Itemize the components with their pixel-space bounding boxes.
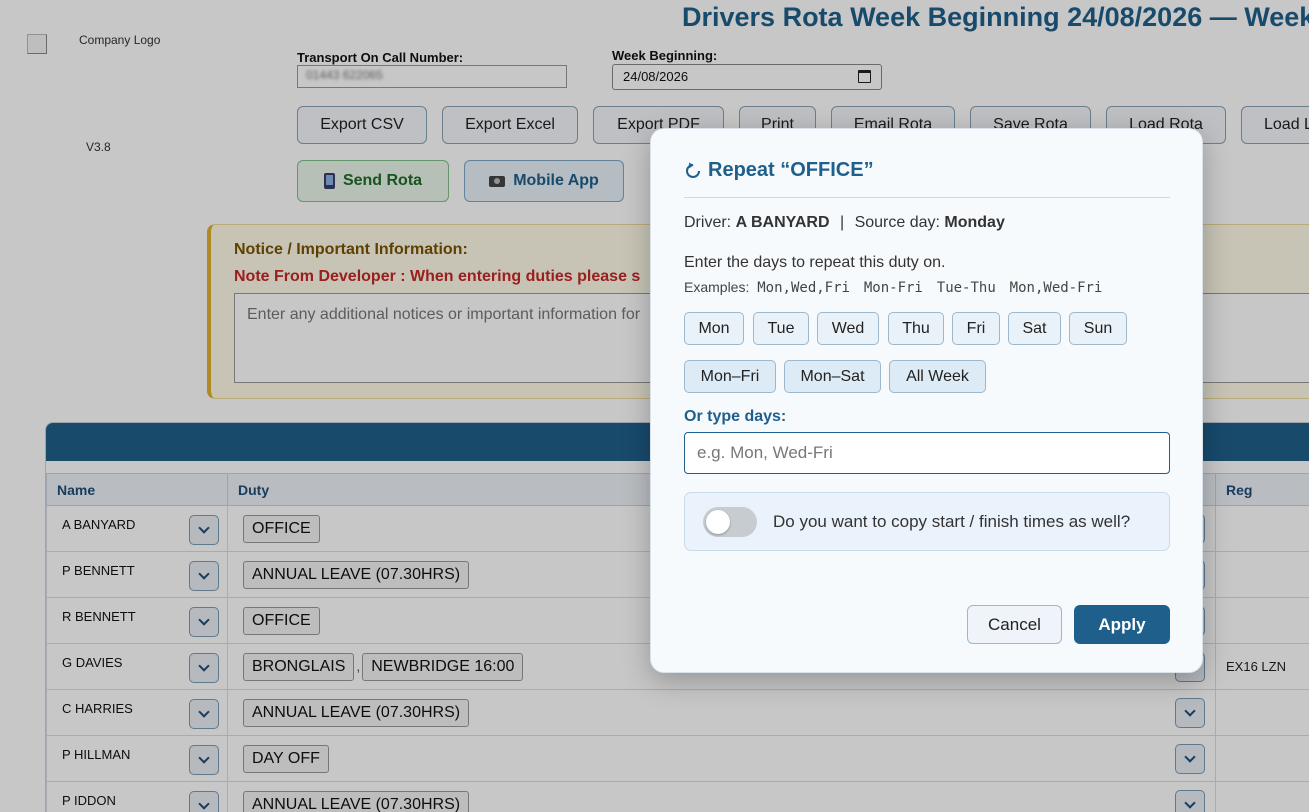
range-button-mon-fri[interactable]: Mon–Fri (684, 360, 776, 393)
type-days-input[interactable] (684, 432, 1170, 474)
examples-line: Examples: Mon,Wed,Fri Mon-Fri Tue-Thu Mo… (684, 279, 1102, 296)
day-button-sat[interactable]: Sat (1008, 312, 1061, 345)
copy-times-panel: Do you want to copy start / finish times… (684, 492, 1170, 551)
dialog-title-text: Repeat “OFFICE” (708, 159, 874, 181)
example-2: Mon-Fri (863, 280, 923, 296)
driver-label: Driver: (684, 214, 732, 231)
example-3: Tue-Thu (936, 280, 996, 296)
day-button-mon[interactable]: Mon (684, 312, 744, 345)
dialog-divider (684, 197, 1170, 198)
copy-times-label: Do you want to copy start / finish times… (773, 512, 1131, 531)
dialog-title: Repeat “OFFICE” (684, 159, 874, 182)
driver-info: Driver: A BANYARD | Source day: Monday (684, 214, 1005, 232)
day-button-sun[interactable]: Sun (1069, 312, 1127, 345)
copy-times-toggle[interactable] (703, 507, 757, 537)
repeat-icon (686, 162, 700, 178)
day-button-wed[interactable]: Wed (817, 312, 879, 345)
info-separator: | (839, 214, 845, 231)
cancel-button[interactable]: Cancel (967, 605, 1062, 644)
source-day-label: Source day: (854, 214, 940, 231)
type-days-label: Or type days: (684, 408, 787, 425)
range-button-all-week[interactable]: All Week (889, 360, 986, 393)
driver-name-value: A BANYARD (735, 214, 830, 231)
examples-label: Examples: (684, 279, 750, 295)
day-button-tue[interactable]: Tue (753, 312, 809, 345)
example-1: Mon,Wed,Fri (757, 280, 850, 296)
source-day-value: Monday (944, 214, 1005, 231)
dialog-instruction: Enter the days to repeat this duty on. (684, 254, 946, 271)
apply-button[interactable]: Apply (1074, 605, 1170, 644)
range-button-mon-sat[interactable]: Mon–Sat (784, 360, 881, 393)
day-button-fri[interactable]: Fri (952, 312, 1000, 345)
repeat-duty-dialog: Repeat “OFFICE” Driver: A BANYARD | Sour… (650, 128, 1203, 673)
day-button-thu[interactable]: Thu (888, 312, 944, 345)
example-4: Mon,Wed-Fri (1009, 280, 1103, 296)
